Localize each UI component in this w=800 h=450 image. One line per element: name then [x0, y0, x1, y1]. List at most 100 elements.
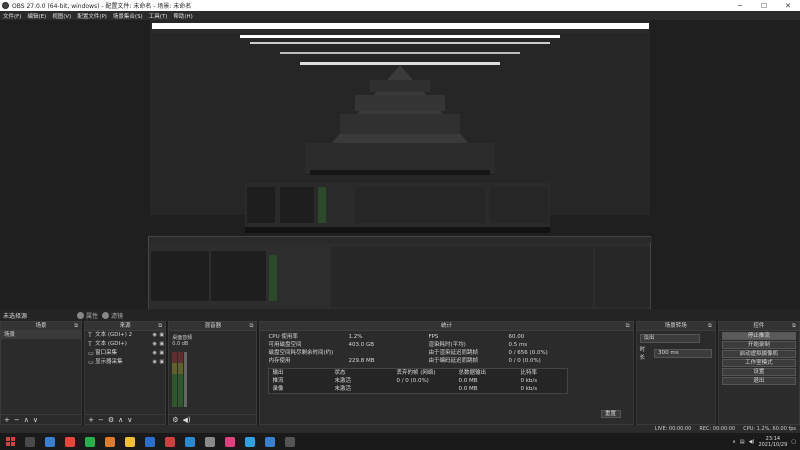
- studio-mode-button[interactable]: 工作室模式: [721, 359, 796, 367]
- window-capture-icon: ▭: [88, 350, 94, 357]
- lock-icon[interactable]: ▣: [158, 340, 165, 349]
- add-scene-button[interactable]: +: [4, 416, 10, 424]
- taskbar-app-icon[interactable]: [85, 436, 95, 447]
- taskbar-app-icon[interactable]: [145, 436, 155, 447]
- system-tray: ∧ ▤ ◀) 23:14 2021/10/29 ▢: [732, 436, 800, 448]
- source-item[interactable]: ▭ 窗口采集 ◉ ▣: [85, 349, 165, 358]
- move-scene-up-button[interactable]: ∧: [24, 416, 29, 424]
- menu-bar: 文件(F) 编辑(E) 视图(V) 配置文件(P) 场景集合(S) 工具(T) …: [0, 11, 800, 20]
- taskbar-app-icon[interactable]: [225, 436, 235, 447]
- source-properties-button[interactable]: ⚙: [108, 416, 114, 424]
- transition-select[interactable]: 淡出: [639, 334, 700, 343]
- sources-footer: + − ⚙ ∧ ∨: [85, 414, 166, 424]
- taskbar-app-icon[interactable]: [105, 436, 115, 447]
- taskbar-clock[interactable]: 23:14 2021/10/29: [758, 436, 787, 448]
- meter-left: [172, 352, 178, 407]
- title-bar: OBS 27.0.0 (64-bit, windows) - 配置文件: 未命名…: [0, 0, 800, 11]
- remove-source-button[interactable]: −: [98, 416, 104, 424]
- clock-date: 2021/10/29: [758, 441, 788, 448]
- taskbar-app-icon[interactable]: [185, 436, 195, 447]
- source-item[interactable]: T 文本 (GDI+) ◉ ▣: [85, 340, 165, 349]
- rec-timer: REC: 00:00:00: [699, 426, 736, 432]
- taskbar-app-icon[interactable]: [165, 436, 175, 447]
- properties-button[interactable]: 属性: [77, 311, 98, 320]
- close-button[interactable]: ✕: [776, 2, 800, 10]
- mixer-db-value: 0.0 dB: [172, 341, 189, 347]
- stats-body: CPU 使用率 1.2% FPS 60.00 可用磁盘空间 403.0 GB 渲染耗时(平…: [260, 331, 632, 397]
- start-virtual-camera-button[interactable]: 启动虚拟摄像机: [721, 350, 796, 358]
- start-button[interactable]: [0, 437, 20, 446]
- controls-dock: 控件 ⧉ 停止推流 开始录制 启动虚拟摄像机 工作室模式 设置 退出: [717, 321, 800, 425]
- scene-item[interactable]: 场景: [1, 331, 82, 339]
- stop-streaming-button[interactable]: 停止推流: [721, 332, 796, 340]
- volume-slider[interactable]: [184, 352, 188, 407]
- volume-icon[interactable]: ◀): [749, 439, 755, 445]
- duration-label: 时长: [639, 347, 646, 361]
- menu-tools[interactable]: 工具(T): [149, 12, 168, 20]
- tray-up-arrow-icon[interactable]: ∧: [732, 439, 736, 445]
- dock-undock-icon[interactable]: ⧉: [250, 322, 254, 331]
- taskbar-app-icon[interactable]: [125, 436, 135, 447]
- exit-button[interactable]: 退出: [721, 377, 796, 385]
- dock-undock-icon[interactable]: ⧉: [158, 322, 162, 331]
- notification-icon[interactable]: ▢: [791, 439, 796, 445]
- dock-area: 场景 ⧉ 场景 + − ∧ ∨ 来源 ⧉ T 文本 (GDI+) 2 ◉ ▣ T…: [0, 321, 800, 425]
- gear-icon: [77, 311, 85, 319]
- windows-taskbar: ∧ ▤ ◀) 23:14 2021/10/29 ▢: [0, 433, 800, 450]
- preview-canvas[interactable]: [0, 20, 800, 309]
- network-icon[interactable]: ▤: [740, 439, 745, 445]
- windows-logo-icon: [5, 437, 15, 446]
- minimize-button[interactable]: ─: [728, 2, 752, 10]
- move-source-down-button[interactable]: ∨: [127, 416, 132, 424]
- taskbar-app-icon[interactable]: [285, 436, 295, 447]
- menu-scene-collection[interactable]: 场景集合(S): [113, 12, 143, 20]
- source-item[interactable]: T 文本 (GDI+) 2 ◉ ▣: [85, 331, 165, 340]
- taskbar-app-icon[interactable]: [45, 436, 55, 447]
- dock-undock-icon[interactable]: ⧉: [626, 322, 630, 331]
- dock-undock-icon[interactable]: ⧉: [74, 322, 78, 331]
- taskbar-app-icon[interactable]: [205, 436, 215, 447]
- remove-scene-button[interactable]: −: [14, 416, 20, 424]
- move-scene-down-button[interactable]: ∨: [33, 416, 38, 424]
- visibility-eye-icon[interactable]: ◉: [151, 349, 158, 358]
- live-timer: LIVE: 00:00:00: [654, 426, 692, 432]
- lock-icon[interactable]: ▣: [158, 331, 165, 340]
- filter-icon: [102, 311, 110, 319]
- move-source-up-button[interactable]: ∧: [118, 416, 123, 424]
- visibility-eye-icon[interactable]: ◉: [151, 340, 158, 349]
- mixer-dock: 混音器 ⧉ 桌面音频 0.0 dB ⚙ ◀): [168, 321, 258, 425]
- taskbar-app-icon[interactable]: [25, 436, 35, 447]
- maximize-button[interactable]: ☐: [752, 2, 776, 10]
- menu-file[interactable]: 文件(F): [3, 12, 21, 20]
- lock-icon[interactable]: ▣: [158, 358, 165, 367]
- stats-dock-title: 统计 ⧉: [260, 322, 633, 331]
- duration-input[interactable]: 300 ms: [654, 348, 712, 358]
- start-recording-button[interactable]: 开始录制: [721, 341, 796, 349]
- stats-grid: CPU 使用率 1.2% FPS 60.00 可用磁盘空间 403.0 GB 渲染耗时(平…: [268, 334, 548, 364]
- taskbar-app-icon[interactable]: [245, 436, 255, 447]
- mixer-settings-icon[interactable]: ⚙: [172, 416, 178, 424]
- dock-undock-icon[interactable]: ⧉: [792, 322, 796, 331]
- menu-edit[interactable]: 编辑(E): [27, 12, 46, 20]
- settings-button[interactable]: 设置: [721, 368, 796, 376]
- dock-undock-icon[interactable]: ⧉: [708, 322, 712, 331]
- menu-help[interactable]: 帮助(H): [173, 12, 192, 20]
- menu-view[interactable]: 视图(V): [52, 12, 71, 20]
- reset-stats-button[interactable]: 重置: [600, 410, 621, 418]
- scenes-footer: + − ∧ ∨: [1, 414, 82, 424]
- visibility-eye-icon[interactable]: ◉: [151, 358, 158, 367]
- menu-profile[interactable]: 配置文件(P): [77, 12, 107, 20]
- table-row: 录像 未激活 0.0 MB 0 kb/s: [272, 386, 538, 392]
- status-bar: LIVE: 00:00:00 REC: 00:00:00 CPU: 1.2%, …: [0, 425, 800, 433]
- speaker-icon[interactable]: ◀): [183, 416, 191, 424]
- transitions-dock: 场景转场 ⧉ 淡出 时长 300 ms: [635, 321, 716, 425]
- source-item[interactable]: ▭ 显示器采集 ◉ ▣: [85, 358, 165, 367]
- nested-obs-window: [148, 236, 652, 309]
- filters-button[interactable]: 滤镜: [102, 311, 123, 320]
- lock-icon[interactable]: ▣: [158, 349, 165, 358]
- transitions-dock-title: 场景转场 ⧉: [636, 322, 715, 331]
- visibility-eye-icon[interactable]: ◉: [151, 331, 158, 340]
- taskbar-app-icon[interactable]: [65, 436, 75, 447]
- add-source-button[interactable]: +: [88, 416, 94, 424]
- taskbar-app-icon[interactable]: [265, 436, 275, 447]
